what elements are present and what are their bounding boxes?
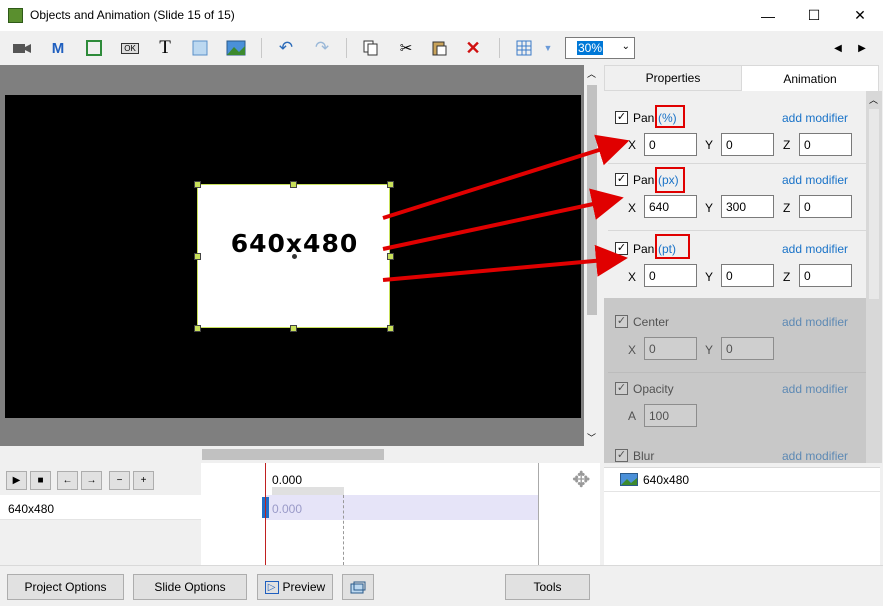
list-item[interactable]: 640x480 xyxy=(604,468,880,492)
arrow-right-icon[interactable]: → xyxy=(81,471,102,490)
play-icon[interactable]: ▶ xyxy=(6,471,27,490)
bottom-bar: Project Options Slide Options ▷ Preview … xyxy=(0,565,883,606)
fullscreen-button[interactable] xyxy=(342,574,374,600)
list-item-label: 640x480 xyxy=(643,473,690,487)
end-marker xyxy=(538,463,539,565)
arrow-left-icon[interactable]: ← xyxy=(57,471,78,490)
time-readout: 0.000 xyxy=(272,473,303,487)
zoom-out-icon[interactable]: − xyxy=(109,471,130,490)
move-icon[interactable]: ✥ xyxy=(572,467,590,493)
zoom-in-icon[interactable]: + xyxy=(133,471,154,490)
slide-options-button[interactable]: Slide Options xyxy=(133,574,247,600)
project-options-button[interactable]: Project Options xyxy=(7,574,124,600)
track-bar[interactable] xyxy=(266,495,538,520)
stop-icon[interactable]: ■ xyxy=(30,471,51,490)
keyframe-time: 0.000 xyxy=(272,502,303,516)
play-icon: ▷ xyxy=(264,580,279,594)
ruler-mark xyxy=(272,487,344,495)
image-icon xyxy=(620,473,638,486)
timeline: ▶ ■ ← → − + 0.000 640x480 0.000 ✥ xyxy=(0,463,600,565)
track-name: 640x480 xyxy=(8,502,55,516)
dashed-marker xyxy=(343,495,344,565)
ruler xyxy=(201,463,600,495)
preview-button[interactable]: ▷ Preview xyxy=(257,574,333,600)
screen-icon xyxy=(350,581,366,593)
object-list: 640x480 xyxy=(604,467,880,565)
playhead[interactable] xyxy=(265,463,266,565)
preview-label: Preview xyxy=(282,580,326,594)
tools-button[interactable]: Tools xyxy=(505,574,590,600)
